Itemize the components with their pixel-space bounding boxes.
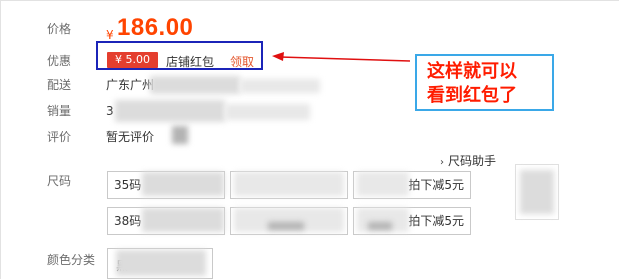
callout-line-2: 看到红包了 — [427, 85, 517, 106]
callout-line-1: 这样就可以 — [427, 61, 517, 82]
size-chart-link[interactable]: › 尺码助手 — [440, 152, 496, 169]
chevron-right-icon: › — [440, 157, 444, 168]
blurred-region — [520, 170, 554, 214]
blurred-region — [357, 172, 409, 196]
color-category-label: 颜色分类 — [47, 253, 96, 267]
claim-coupon-link[interactable]: 领取 — [230, 53, 254, 70]
blurred-region — [150, 76, 240, 94]
product-info-panel — [0, 0, 619, 279]
blurred-region — [225, 104, 310, 120]
size-chart-label: 尺码助手 — [448, 154, 497, 168]
size-option-discount: 拍下减5元 — [408, 214, 464, 228]
price-value: 186.00 — [117, 14, 194, 41]
blurred-region — [142, 208, 224, 232]
size-option-label: 38码 — [114, 214, 142, 228]
blurred-region — [268, 222, 304, 230]
reviews-value: 暂无评价 — [106, 130, 155, 144]
annotation-callout: 这样就可以 看到红包了 — [415, 54, 554, 111]
reviews-label: 评价 — [47, 130, 72, 144]
blurred-region — [115, 100, 225, 122]
size-option-label: 35码 — [114, 178, 142, 192]
blurred-region — [240, 79, 320, 93]
size-label: 尺码 — [47, 174, 72, 188]
annotation-arrow-icon — [272, 52, 411, 62]
coupon-badge: ¥ 5.00 — [107, 52, 158, 68]
promo-label: 优惠 — [47, 54, 72, 68]
sales-label: 销量 — [47, 104, 72, 118]
blurred-region — [234, 172, 344, 196]
delivery-location[interactable]: 广东广州 — [106, 78, 154, 92]
blurred-region — [116, 250, 206, 276]
shop-coupon-label: 店铺红包 — [166, 55, 215, 69]
blurred-region — [368, 222, 392, 230]
blurred-region — [172, 126, 188, 144]
blurred-region — [142, 172, 224, 196]
price-label: 价格 — [47, 22, 72, 36]
size-option-discount: 拍下减5元 — [408, 178, 464, 192]
currency-symbol: ¥ — [106, 28, 114, 42]
delivery-label: 配送 — [47, 78, 72, 92]
sales-value: 3 — [106, 104, 114, 118]
